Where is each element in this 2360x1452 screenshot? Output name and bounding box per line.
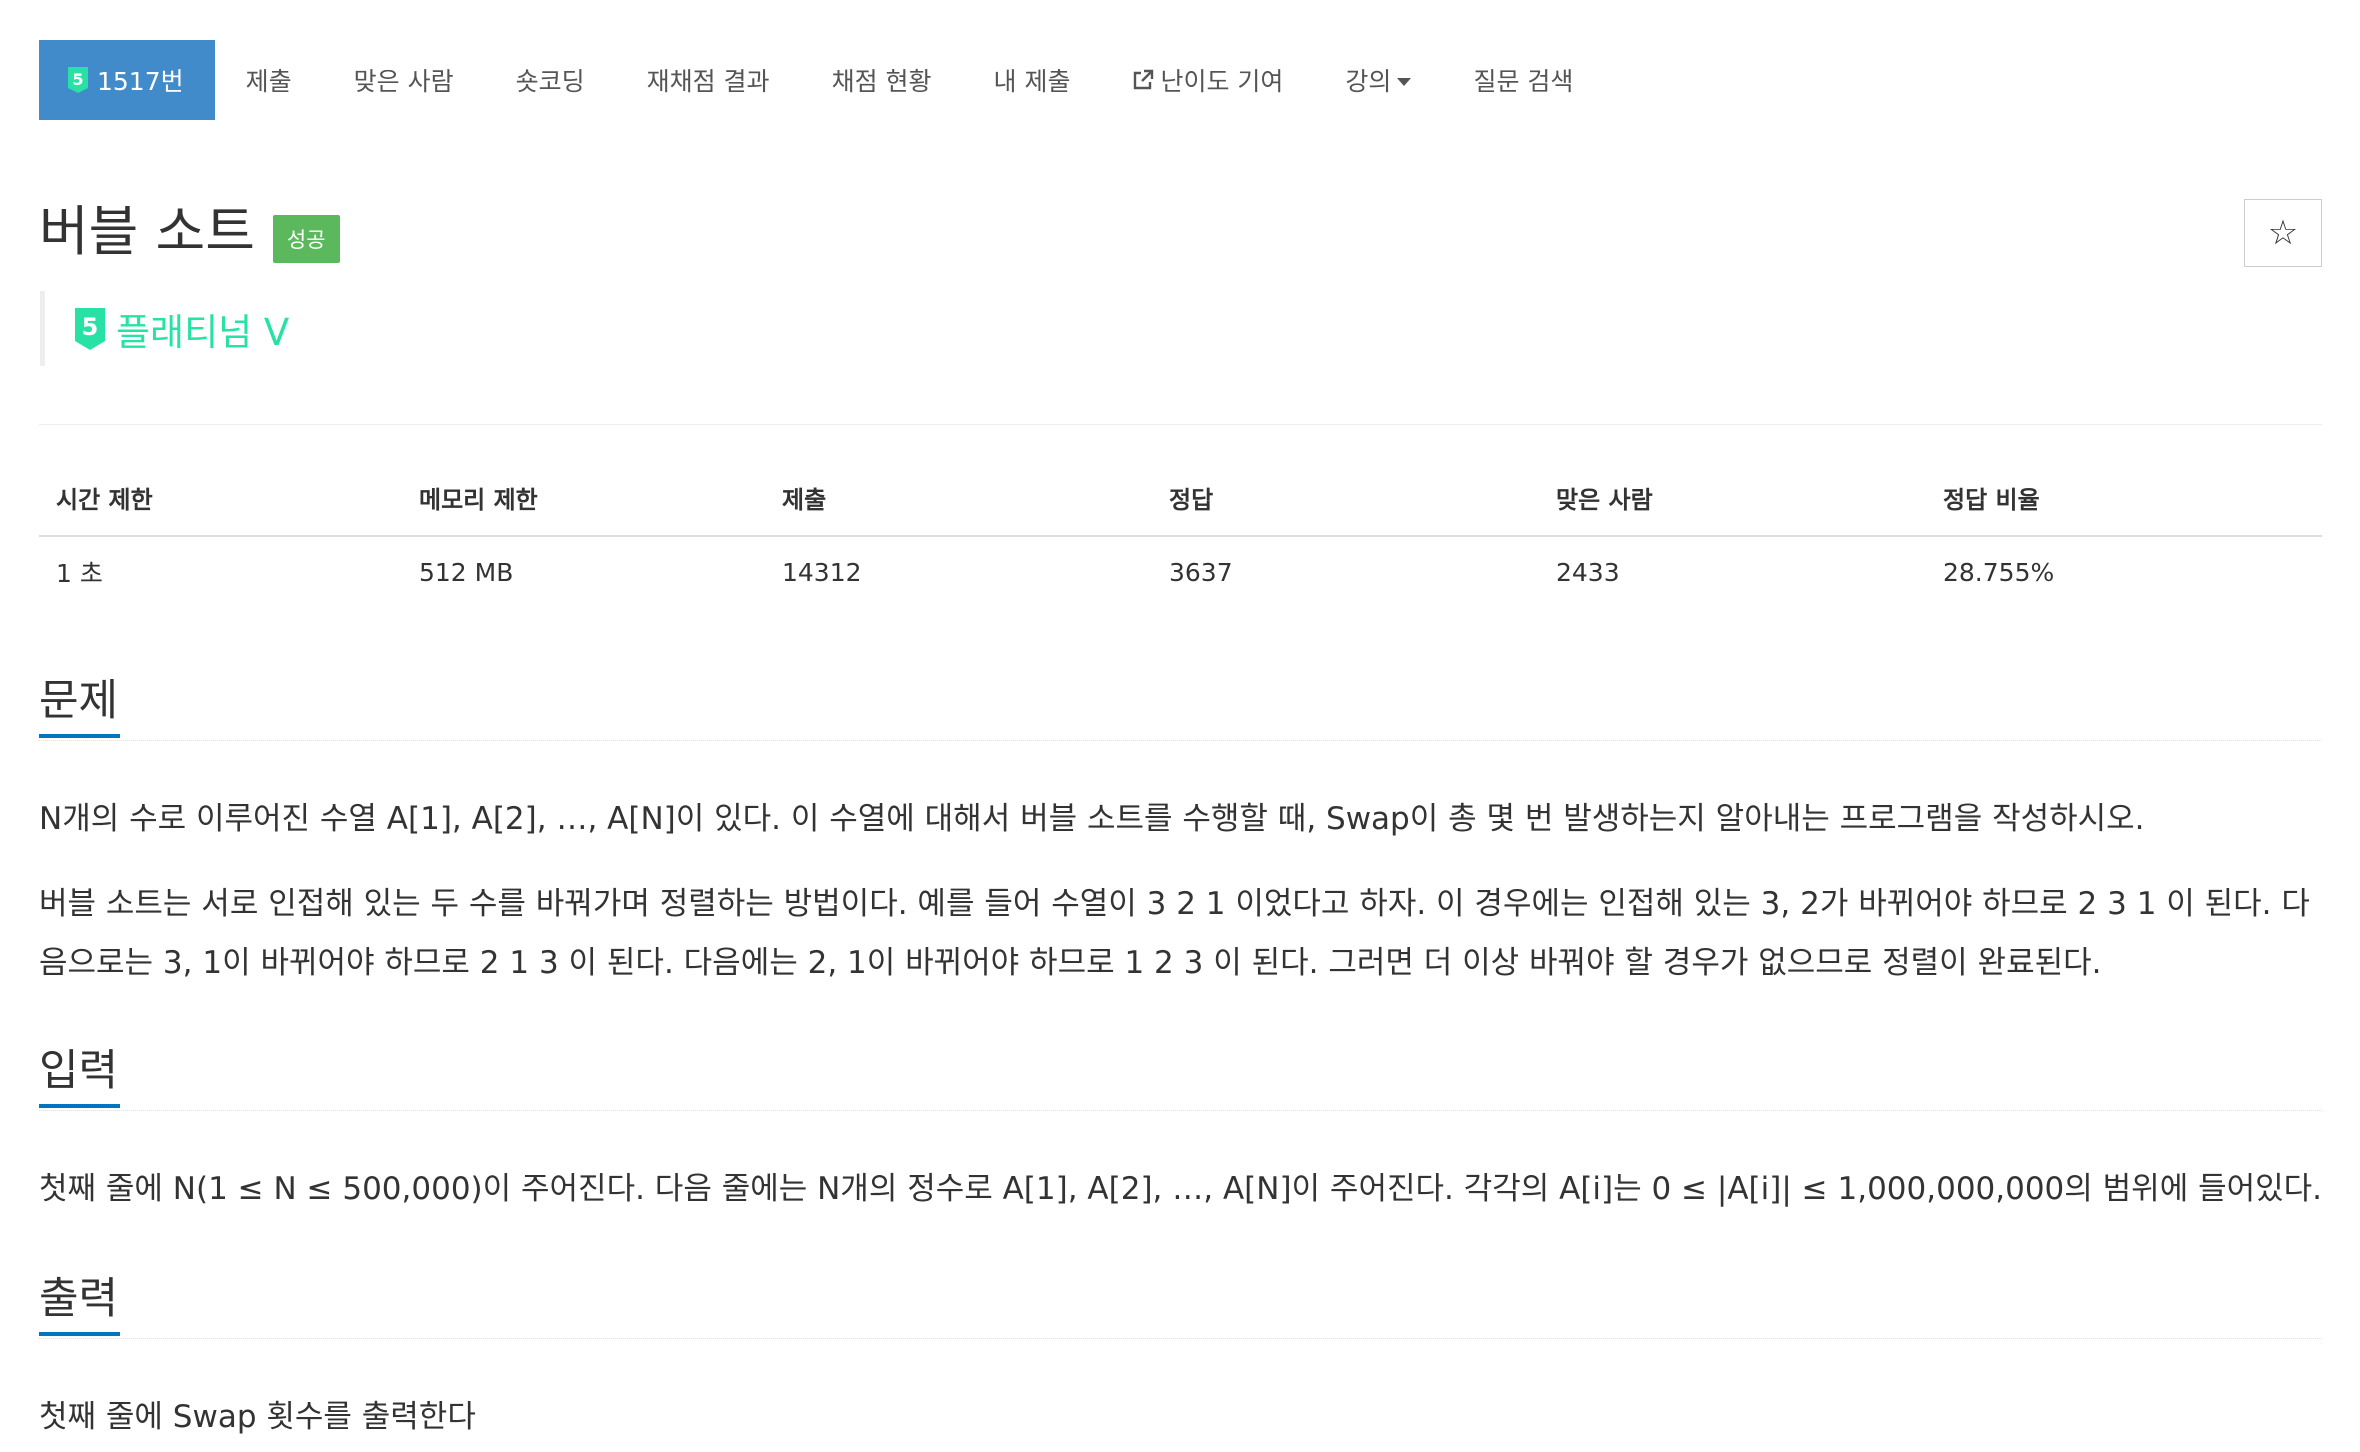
header-submissions: 제출 [765,460,1152,537]
output-section-header: 출력 [39,1266,2322,1339]
value-accept-ratio: 28.755% [1943,557,2055,587]
problem-description-paragraph: 버블 소트는 서로 인접해 있는 두 수를 바꿔가며 정렬하는 방법이다. 예를… [39,886,2310,981]
star-icon: ☆ [2267,213,2299,253]
output-heading: 출력 [39,1266,121,1336]
tab-difficulty-contribution[interactable]: 난이도 기여 [1101,40,1314,120]
problem-heading: 문제 [39,668,121,738]
value-memory-limit: 512 MB [419,557,514,587]
header-memory-limit: 메모리 제한 [402,460,765,537]
input-description: 첫째 줄에 N(1 ≤ N ≤ 500,000)이 주어진다. 다음 줄에는 N… [39,1171,2323,1207]
table-row: 1 초 512 MB 14312 3637 2433 28.755% [39,536,2322,607]
tab-submit[interactable]: 제출 [215,40,323,120]
header-accepted: 정답 [1152,460,1539,537]
tab-question-search[interactable]: 질문 검색 [1442,40,1604,120]
tab-accepted-users[interactable]: 맞은 사람 [323,40,485,120]
tab-judge-status[interactable]: 채점 현황 [801,40,963,120]
header-accepted-users: 맞은 사람 [1539,460,1926,537]
svg-text:5: 5 [82,313,99,341]
input-section-header: 입력 [39,1038,2322,1111]
value-accepted-users: 2433 [1556,557,1620,587]
caret-down-icon [1397,78,1412,86]
tab-my-submissions[interactable]: 내 제출 [963,40,1102,120]
problem-description-paragraph: N개의 수로 이루어진 수열 A[1], A[2], …, A[N]이 있다. … [39,801,2145,837]
value-submissions: 14312 [782,557,862,587]
problem-title: 버블 소트 [39,200,255,263]
tier-name: 플래티넘 V [116,310,290,354]
table-header-row: 시간 제한 메모리 제한 제출 정답 맞은 사람 정답 비율 [39,460,2322,537]
problem-menu-tabs: 5 1517번 제출 맞은 사람 숏코딩 재채점 결과 채점 현황 내 제출 난… [39,40,1604,120]
platinum-tier-icon: 5 [68,67,88,93]
tab-lecture-dropdown[interactable]: 강의 [1314,40,1442,120]
tab-short-coding[interactable]: 숏코딩 [485,40,616,120]
status-badge: 성공 [272,215,340,263]
tab-rejudge-results[interactable]: 재채점 결과 [616,40,801,120]
tier-block: 5 플래티넘 V [40,291,289,366]
platinum-tier-icon: 5 [75,307,105,350]
header-time-limit: 시간 제한 [39,460,402,537]
tab-problem-label: 1517번 [97,67,184,96]
problem-section-header: 문제 [39,668,2322,741]
favorite-star-button[interactable]: ☆ [2244,199,2322,267]
value-accepted: 3637 [1169,557,1233,587]
title-row: 버블 소트 성공 [39,196,340,268]
input-heading: 입력 [39,1038,121,1108]
external-link-icon [1134,69,1154,90]
divider [39,424,2322,425]
header-accept-ratio: 정답 비율 [1926,460,2322,537]
problem-page: 5 1517번 제출 맞은 사람 숏코딩 재채점 결과 채점 현황 내 제출 난… [0,0,2360,1452]
output-description: 첫째 줄에 Swap 횟수를 출력한다 [39,1399,476,1435]
tab-problem[interactable]: 5 1517번 [39,40,215,120]
value-time-limit: 1 초 [56,559,103,588]
problem-info-table: 시간 제한 메모리 제한 제출 정답 맞은 사람 정답 비율 1 초 512 M… [39,460,2322,607]
svg-text:5: 5 [72,70,83,89]
